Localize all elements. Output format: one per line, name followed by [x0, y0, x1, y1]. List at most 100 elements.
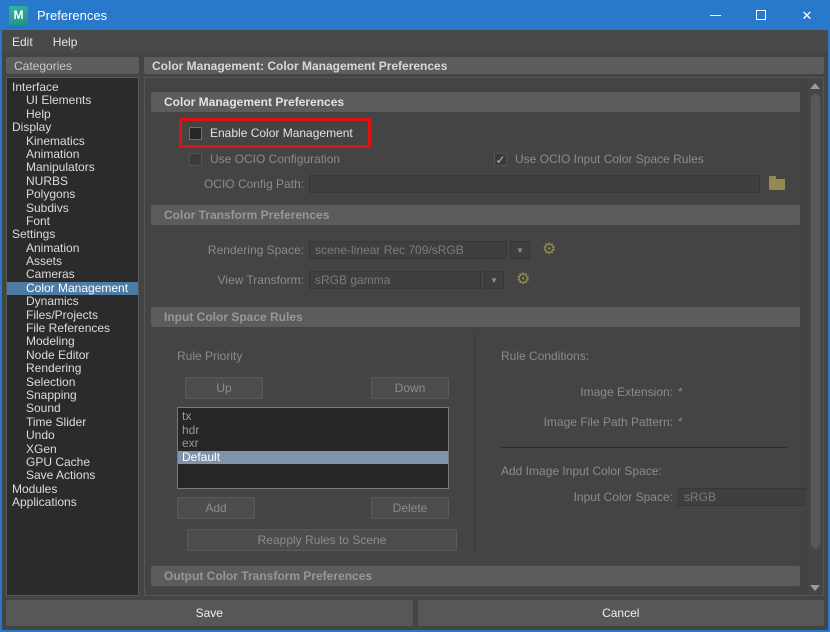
use-ocio-rules-label: Use OCIO Input Color Space Rules	[515, 152, 704, 166]
titlebar: M Preferences ✕	[0, 0, 830, 30]
rule-item-tx[interactable]: tx	[178, 410, 448, 424]
view-transform-row: View Transform: sRGB gamma ▼ ⚙	[149, 271, 802, 289]
sidebar-item-rendering[interactable]: Rendering	[7, 362, 138, 375]
rendering-space-dropdown[interactable]: scene-linear Rec 709/sRGB	[309, 241, 507, 259]
sidebar-item-animation[interactable]: Animation	[7, 148, 138, 161]
input-color-space-label: Input Color Space:	[501, 490, 673, 504]
enable-color-management-row: Enable Color Management	[189, 126, 353, 140]
sidebar-item-display[interactable]: Display	[7, 121, 138, 134]
enable-color-management-checkbox[interactable]	[189, 127, 202, 140]
annotation-highlight: Enable Color Management	[179, 118, 371, 148]
input-color-space-field[interactable]: sRGB	[678, 488, 818, 506]
scrollbar-thumb[interactable]	[810, 93, 821, 549]
sidebar-item-animation[interactable]: Animation	[7, 242, 138, 255]
sidebar-item-save-actions[interactable]: Save Actions	[7, 469, 138, 482]
sidebar-item-xgen[interactable]: XGen	[7, 443, 138, 456]
use-ocio-rules-row: ✓ Use OCIO Input Color Space Rules	[494, 152, 704, 166]
view-transform-label: View Transform:	[149, 273, 309, 287]
cancel-button[interactable]: Cancel	[418, 600, 825, 626]
divider	[501, 447, 787, 448]
rule-item-hdr[interactable]: hdr	[178, 424, 448, 438]
sidebar-item-kinematics[interactable]: Kinematics	[7, 135, 138, 148]
close-icon: ✕	[802, 9, 813, 22]
rule-item-default[interactable]: Default	[178, 451, 448, 465]
use-ocio-configuration-label: Use OCIO Configuration	[210, 152, 340, 166]
preferences-window: M Preferences ✕ Edit Help Categories Int…	[0, 0, 830, 632]
sidebar-item-help[interactable]: Help	[7, 108, 138, 121]
sidebar-item-settings[interactable]: Settings	[7, 228, 138, 241]
content-panel: Color Management: Color Management Prefe…	[144, 57, 824, 596]
rule-item-exr[interactable]: exr	[178, 437, 448, 451]
vertical-scrollbar[interactable]	[806, 78, 823, 595]
file-path-pattern-value: *	[678, 415, 683, 429]
scroll-down-button[interactable]	[807, 580, 824, 595]
sidebar-item-snapping[interactable]: Snapping	[7, 389, 138, 402]
maximize-icon	[756, 10, 766, 20]
sidebar-item-font[interactable]: Font	[7, 215, 138, 228]
section-input-color-space-rules[interactable]: Input Color Space Rules	[151, 307, 800, 327]
section-color-transform-preferences[interactable]: Color Transform Preferences	[151, 205, 800, 225]
sidebar-item-files-projects[interactable]: Files/Projects	[7, 309, 138, 322]
rules-columns: Rule Priority Up Down txhdrexrDefault Ad…	[149, 333, 802, 552]
sidebar-item-dynamics[interactable]: Dynamics	[7, 295, 138, 308]
add-button[interactable]: Add	[177, 497, 255, 519]
sidebar-item-subdivs[interactable]: Subdivs	[7, 202, 138, 215]
sidebar-item-polygons[interactable]: Polygons	[7, 188, 138, 201]
scroll-content: Color Management Preferences Enable Colo…	[145, 78, 806, 595]
sidebar-item-sound[interactable]: Sound	[7, 402, 138, 415]
file-path-pattern-label: Image File Path Pattern:	[501, 415, 673, 429]
sidebar-item-ui-elements[interactable]: UI Elements	[7, 94, 138, 107]
image-extension-row: Image Extension: *	[501, 385, 818, 399]
sidebar-item-manipulators[interactable]: Manipulators	[7, 161, 138, 174]
rendering-space-dropdown-button[interactable]: ▼	[510, 241, 530, 259]
sidebar-item-nurbs[interactable]: NURBS	[7, 175, 138, 188]
sidebar-item-selection[interactable]: Selection	[7, 376, 138, 389]
minimize-button[interactable]	[692, 0, 738, 30]
sidebar-item-modeling[interactable]: Modeling	[7, 335, 138, 348]
sidebar-item-modules[interactable]: Modules	[7, 483, 138, 496]
section-color-management-preferences[interactable]: Color Management Preferences	[151, 92, 800, 112]
browse-folder-button[interactable]	[766, 175, 788, 193]
use-ocio-configuration-row: Use OCIO Configuration	[149, 152, 494, 166]
sidebar: Categories InterfaceUI ElementsHelpDispl…	[6, 57, 139, 596]
ocio-config-path-label: OCIO Config Path:	[149, 177, 309, 191]
sidebar-item-time-slider[interactable]: Time Slider	[7, 416, 138, 429]
sidebar-item-applications[interactable]: Applications	[7, 496, 138, 509]
sidebar-item-cameras[interactable]: Cameras	[7, 268, 138, 281]
file-path-pattern-row: Image File Path Pattern: *	[501, 415, 818, 429]
input-color-space-row: Input Color Space: sRGB	[501, 488, 818, 506]
view-transform-dropdown[interactable]: sRGB gamma	[309, 271, 481, 289]
sidebar-item-file-references[interactable]: File References	[7, 322, 138, 335]
section-output-color-transform-preferences[interactable]: Output Color Transform Preferences	[151, 566, 800, 586]
save-button[interactable]: Save	[6, 600, 413, 626]
down-button[interactable]: Down	[371, 377, 449, 399]
sidebar-item-gpu-cache[interactable]: GPU Cache	[7, 456, 138, 469]
sidebar-item-color-management[interactable]: Color Management	[7, 282, 138, 295]
content-breadcrumb: Color Management: Color Management Prefe…	[144, 57, 824, 74]
rule-priority-list[interactable]: txhdrexrDefault	[177, 407, 449, 489]
view-transform-gear-icon[interactable]: ⚙	[516, 272, 530, 288]
use-ocio-configuration-checkbox[interactable]	[189, 153, 202, 166]
window-title: Preferences	[37, 8, 692, 23]
up-button[interactable]: Up	[185, 377, 263, 399]
window-body: Edit Help Categories InterfaceUI Element…	[0, 30, 830, 632]
ocio-config-path-row: OCIO Config Path:	[149, 175, 802, 193]
delete-button[interactable]: Delete	[371, 497, 449, 519]
rendering-space-label: Rendering Space:	[149, 243, 309, 257]
sidebar-item-interface[interactable]: Interface	[7, 81, 138, 94]
reapply-rules-button[interactable]: Reapply Rules to Scene	[187, 529, 457, 551]
ocio-row: Use OCIO Configuration ✓ Use OCIO Input …	[149, 152, 802, 166]
sidebar-item-node-editor[interactable]: Node Editor	[7, 349, 138, 362]
ocio-config-path-field[interactable]	[309, 175, 760, 193]
adddel-row: Add Delete	[177, 497, 449, 519]
close-button[interactable]: ✕	[784, 0, 830, 30]
menu-edit[interactable]: Edit	[2, 35, 43, 49]
view-transform-dropdown-button[interactable]: ▼	[484, 271, 504, 289]
maximize-button[interactable]	[738, 0, 784, 30]
scroll-up-button[interactable]	[807, 78, 824, 93]
use-ocio-rules-checkbox[interactable]: ✓	[494, 153, 507, 166]
menu-help[interactable]: Help	[43, 35, 88, 49]
rendering-space-gear-icon[interactable]: ⚙	[542, 242, 556, 258]
sidebar-item-assets[interactable]: Assets	[7, 255, 138, 268]
sidebar-item-undo[interactable]: Undo	[7, 429, 138, 442]
